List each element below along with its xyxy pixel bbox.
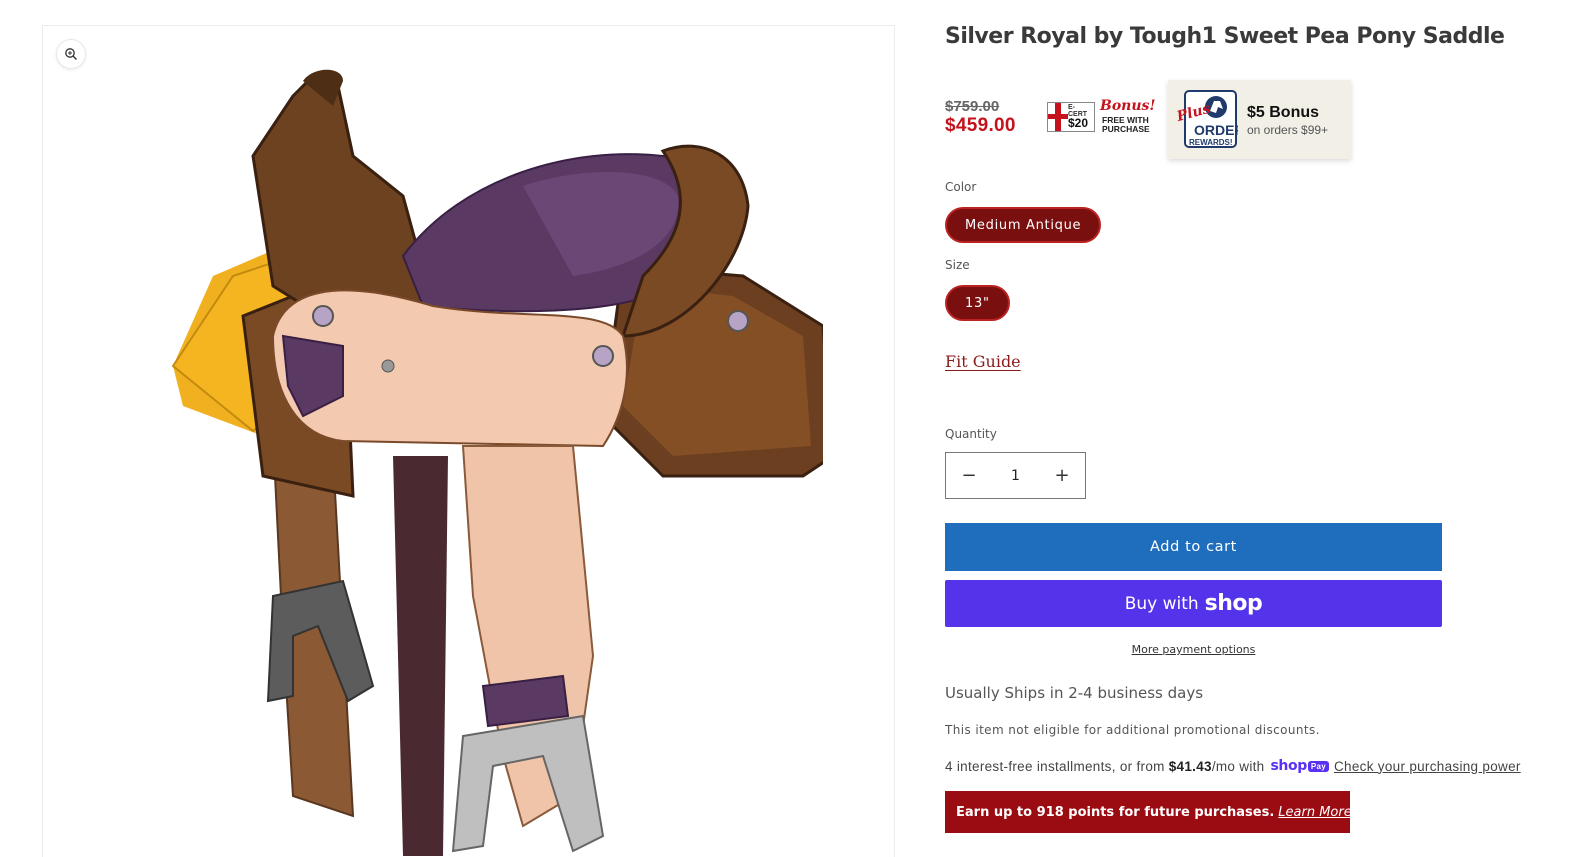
shoppay-shop-text: shop bbox=[1270, 758, 1308, 774]
order-rewards-card[interactable]: Plus ORDER REWARDS! $5 Bonus on orders $… bbox=[1168, 80, 1351, 159]
fit-guide-link[interactable]: Fit Guide bbox=[945, 352, 1021, 371]
ecert-bonus-badge: E-CERT $20 Bonus! FREE WITH PURCHASE bbox=[1047, 98, 1159, 138]
add-to-cart-button[interactable]: Add to cart bbox=[945, 523, 1442, 571]
installments-banner: 4 interest-free installments, or from $4… bbox=[945, 758, 1521, 774]
installments-suffix: /mo with bbox=[1211, 758, 1265, 774]
buy-with-label: Buy with bbox=[1124, 593, 1199, 614]
shipping-estimate: Usually Ships in 2-4 business days bbox=[945, 684, 1204, 702]
size-option-13[interactable]: 13" bbox=[945, 285, 1010, 321]
bonus-word: Bonus! bbox=[1100, 98, 1156, 114]
sale-price: $459.00 bbox=[945, 115, 1016, 136]
color-label: Color bbox=[945, 180, 977, 194]
installments-prefix: 4 interest-free installments, or from bbox=[945, 758, 1165, 774]
rewards-logo-rewards: REWARDS! bbox=[1189, 138, 1233, 147]
quantity-input[interactable]: 1 bbox=[1011, 468, 1020, 484]
more-payment-options-link[interactable]: More payment options bbox=[1132, 643, 1256, 656]
rewards-title: $5 Bonus bbox=[1247, 104, 1320, 121]
quantity-label: Quantity bbox=[945, 427, 997, 441]
compare-at-price: $759.00 bbox=[945, 98, 1000, 115]
free-line-2: PURCHASE bbox=[1102, 124, 1150, 134]
size-label: Size bbox=[945, 258, 970, 272]
product-title: Silver Royal by Tough1 Sweet Pea Pony Sa… bbox=[945, 24, 1505, 49]
free-with-purchase: FREE WITH PURCHASE bbox=[1102, 116, 1150, 134]
buy-with-shop-button[interactable]: Buy with shop bbox=[945, 580, 1442, 627]
color-option-medium-antique[interactable]: Medium Antique bbox=[945, 207, 1102, 243]
gift-certificate-icon: E-CERT $20 bbox=[1047, 102, 1095, 132]
promo-note: This item not eligible for additional pr… bbox=[945, 723, 1320, 737]
shoppay-pay-badge: Pay bbox=[1307, 760, 1329, 772]
check-purchasing-power-link[interactable]: Check your purchasing power bbox=[1334, 759, 1521, 774]
more-payment-options: More payment options bbox=[945, 643, 1442, 656]
decrease-quantity-button[interactable]: − bbox=[946, 453, 992, 498]
increase-quantity-button[interactable]: + bbox=[1039, 453, 1085, 498]
installment-amount: $41.43 bbox=[1168, 758, 1212, 774]
shop-logo-icon: shop bbox=[1204, 591, 1263, 616]
zoom-icon[interactable] bbox=[56, 39, 86, 69]
product-image[interactable] bbox=[103, 36, 823, 857]
ecert-amount: $20 bbox=[1068, 116, 1089, 130]
order-rewards-logo: Plus ORDER REWARDS! bbox=[1176, 90, 1238, 148]
rewards-logo-order: ORDER bbox=[1194, 122, 1238, 138]
points-text: Earn up to 918 points for future purchas… bbox=[956, 804, 1275, 820]
quantity-stepper: − 1 + bbox=[945, 452, 1086, 499]
learn-more-link[interactable]: Learn More bbox=[1278, 805, 1351, 820]
shop-pay-icon: shop Pay bbox=[1271, 758, 1329, 774]
rewards-points-bar: Earn up to 918 points for future purchas… bbox=[945, 791, 1352, 833]
product-media bbox=[42, 25, 895, 857]
rewards-subtitle: on orders $99+ bbox=[1247, 123, 1329, 137]
